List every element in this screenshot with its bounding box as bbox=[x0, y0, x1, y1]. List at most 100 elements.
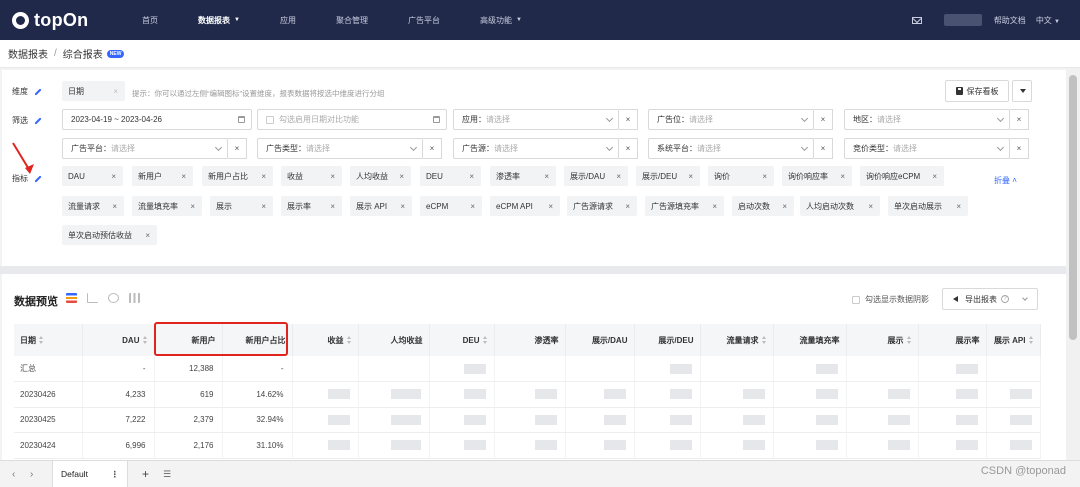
close-icon[interactable]: × bbox=[544, 172, 549, 181]
metric-chip[interactable]: 新用户 × bbox=[132, 166, 193, 186]
metric-chip[interactable]: 人均收益 × bbox=[350, 166, 411, 186]
metric-chip[interactable]: 收益 × bbox=[281, 166, 342, 186]
close-icon[interactable]: × bbox=[190, 202, 195, 211]
metric-chip[interactable]: 单次启动展示 × bbox=[888, 196, 968, 216]
close-icon[interactable]: × bbox=[145, 231, 150, 240]
clear-filter-icon[interactable]: × bbox=[1010, 109, 1029, 130]
close-icon[interactable]: × bbox=[399, 172, 404, 181]
metric-chip[interactable]: eCPM × bbox=[420, 196, 482, 216]
breadcrumb-parent[interactable]: 数据报表 bbox=[8, 46, 48, 61]
column-header[interactable]: 收益 bbox=[292, 324, 359, 356]
metric-chip[interactable]: 新用户占比 × bbox=[202, 166, 273, 186]
nav-item-2[interactable]: 应用 bbox=[260, 0, 316, 40]
close-icon[interactable]: × bbox=[112, 202, 117, 211]
page-scrollbar-thumb[interactable] bbox=[1069, 75, 1077, 340]
metric-chip[interactable]: 广告源填充率 × bbox=[645, 196, 724, 216]
metric-chip[interactable]: 展示 × bbox=[210, 196, 273, 216]
metric-chip[interactable]: DAU × bbox=[62, 166, 123, 186]
line-chart-icon[interactable] bbox=[87, 293, 98, 303]
column-header[interactable]: 渗透率 bbox=[494, 324, 566, 356]
close-icon[interactable]: × bbox=[470, 202, 475, 211]
clear-filter-icon[interactable]: × bbox=[814, 138, 833, 159]
mail-icon[interactable] bbox=[911, 16, 922, 24]
sort-icon[interactable] bbox=[142, 336, 148, 345]
help-docs-link[interactable]: 帮助文档 bbox=[994, 15, 1026, 26]
save-board-dropdown[interactable] bbox=[1012, 80, 1032, 102]
close-icon[interactable]: × bbox=[548, 202, 553, 211]
filter-select-1[interactable]: 广告位： 请选择 bbox=[648, 109, 814, 130]
column-header[interactable]: DEU bbox=[429, 324, 495, 356]
clear-filter-icon[interactable]: × bbox=[423, 138, 442, 159]
metric-chip[interactable]: 单次启动预估收益 × bbox=[62, 225, 157, 245]
close-icon[interactable]: × bbox=[712, 202, 717, 211]
column-header[interactable]: 展示 API bbox=[986, 324, 1041, 356]
close-icon[interactable]: × bbox=[625, 202, 630, 211]
column-header[interactable]: 流量请求 bbox=[700, 324, 774, 356]
clear-filter-icon[interactable]: × bbox=[1010, 138, 1029, 159]
shadow-data-checkbox[interactable] bbox=[852, 295, 860, 304]
edit-metric-icon[interactable] bbox=[34, 174, 42, 183]
metric-chip[interactable]: eCPM API × bbox=[490, 196, 560, 216]
column-header[interactable]: 流量填充率 bbox=[773, 324, 847, 356]
close-icon[interactable]: × bbox=[932, 172, 937, 181]
filter-select-6[interactable]: 系统平台： 请选择 bbox=[648, 138, 814, 159]
close-icon[interactable]: × bbox=[113, 87, 118, 96]
sort-icon[interactable] bbox=[1028, 336, 1034, 345]
column-header[interactable]: 展示 bbox=[846, 324, 919, 356]
bar-chart-icon[interactable] bbox=[129, 293, 140, 303]
metric-chip[interactable]: DEU × bbox=[420, 166, 481, 186]
metric-chip[interactable]: 询价 × bbox=[708, 166, 774, 186]
collapse-link[interactable]: 折叠 ˄ bbox=[994, 175, 1017, 186]
sort-icon[interactable] bbox=[761, 336, 767, 345]
column-header[interactable]: 日期 bbox=[14, 324, 83, 356]
column-header[interactable]: 人均收益 bbox=[358, 324, 430, 356]
close-icon[interactable]: × bbox=[181, 172, 186, 181]
nav-item-1[interactable]: 数据报表 ▼ bbox=[178, 0, 260, 40]
close-icon[interactable]: × bbox=[469, 172, 474, 181]
save-board-button[interactable]: 保存看板 bbox=[945, 80, 1009, 102]
nav-item-4[interactable]: 广告平台 bbox=[388, 0, 460, 40]
next-tab-icon[interactable]: › bbox=[30, 469, 44, 480]
column-header[interactable]: 展示/DEU bbox=[634, 324, 701, 356]
shadow-data-toggle[interactable]: 勾选显示数据阴影 bbox=[852, 294, 929, 305]
metric-chip[interactable]: 广告源请求 × bbox=[567, 196, 637, 216]
edit-filter-icon[interactable] bbox=[34, 116, 42, 125]
dimension-chip-date[interactable]: 日期 × bbox=[62, 81, 125, 101]
add-tab-icon[interactable]: + bbox=[142, 467, 149, 481]
sort-icon[interactable] bbox=[39, 336, 44, 345]
compare-checkbox[interactable] bbox=[266, 115, 274, 124]
nav-item-5[interactable]: 高级功能 ▼ bbox=[460, 0, 542, 40]
metric-chip[interactable]: 展示 API × bbox=[350, 196, 412, 216]
edit-dimension-icon[interactable] bbox=[34, 87, 42, 96]
close-icon[interactable]: × bbox=[400, 202, 405, 211]
metric-chip[interactable]: 询价响应率 × bbox=[782, 166, 852, 186]
filter-select-7[interactable]: 竞价类型： 请选择 bbox=[844, 138, 1010, 159]
close-icon[interactable]: × bbox=[330, 202, 335, 211]
clear-filter-icon[interactable]: × bbox=[619, 109, 638, 130]
more-icon[interactable]: ⋮ bbox=[111, 469, 120, 480]
close-icon[interactable]: × bbox=[111, 172, 116, 181]
close-icon[interactable]: × bbox=[616, 172, 621, 181]
sort-icon[interactable] bbox=[482, 336, 488, 345]
close-icon[interactable]: × bbox=[762, 172, 767, 181]
avatar[interactable] bbox=[943, 14, 982, 26]
clear-filter-icon[interactable]: × bbox=[814, 109, 833, 130]
metric-chip[interactable]: 人均启动次数 × bbox=[800, 196, 880, 216]
tab-list-icon[interactable]: ☰ bbox=[163, 469, 171, 480]
close-icon[interactable]: × bbox=[782, 202, 787, 211]
logo[interactable]: topOn bbox=[12, 10, 112, 31]
table-view-icon[interactable] bbox=[66, 293, 77, 303]
metric-chip[interactable]: 展示率 × bbox=[281, 196, 342, 216]
close-icon[interactable]: × bbox=[688, 172, 693, 181]
clear-filter-icon[interactable]: × bbox=[619, 138, 638, 159]
tab-default[interactable]: Default ⋮ bbox=[52, 460, 128, 487]
column-header[interactable]: 展示率 bbox=[918, 324, 987, 356]
help-icon[interactable]: ? bbox=[1001, 295, 1009, 303]
metric-chip[interactable]: 展示/DEU × bbox=[636, 166, 700, 186]
prev-tab-icon[interactable]: ‹ bbox=[12, 469, 26, 480]
filter-select-0[interactable]: 应用： 请选择 bbox=[453, 109, 619, 130]
metric-chip[interactable]: 启动次数 × bbox=[732, 196, 794, 216]
close-icon[interactable]: × bbox=[261, 172, 266, 181]
close-icon[interactable]: × bbox=[261, 202, 266, 211]
close-icon[interactable]: × bbox=[868, 202, 873, 211]
